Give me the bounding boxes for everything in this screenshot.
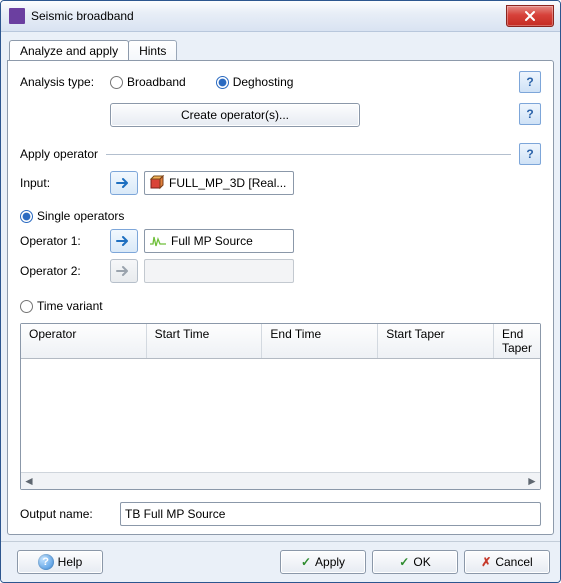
table-header: Operator Start Time End Time Start Taper… bbox=[21, 324, 540, 359]
th-end-time[interactable]: End Time bbox=[262, 324, 378, 358]
th-start-taper[interactable]: Start Taper bbox=[378, 324, 494, 358]
create-operators-row: Create operator(s)... ? bbox=[20, 103, 541, 127]
close-button[interactable] bbox=[506, 5, 554, 27]
radio-single-operators[interactable]: Single operators bbox=[20, 209, 124, 223]
input-value-box[interactable]: FULL_MP_3D [Real... bbox=[144, 171, 294, 195]
tabstrip: Analyze and apply Hints bbox=[7, 38, 554, 60]
hscroll-track[interactable] bbox=[37, 473, 524, 489]
apply-operator-title: Apply operator bbox=[20, 147, 98, 161]
help-analysis-icon[interactable]: ? bbox=[519, 71, 541, 93]
operator1-value-text: Full MP Source bbox=[171, 234, 253, 248]
radio-time-variant-label: Time variant bbox=[37, 299, 103, 313]
check-icon: ✓ bbox=[399, 555, 409, 569]
radio-broadband-label: Broadband bbox=[127, 75, 186, 89]
input-value-text: FULL_MP_3D [Real... bbox=[169, 176, 286, 190]
radio-deghosting[interactable]: Deghosting bbox=[216, 75, 294, 89]
dialog-window: Seismic broadband Analyze and apply Hint… bbox=[0, 0, 561, 583]
help-create-icon[interactable]: ? bbox=[519, 103, 541, 125]
arrow-right-icon bbox=[116, 176, 132, 190]
time-variant-table: Operator Start Time End Time Start Taper… bbox=[20, 323, 541, 490]
x-icon: ✗ bbox=[481, 555, 491, 569]
radio-broadband-input[interactable] bbox=[110, 76, 123, 89]
table-hscroll[interactable]: ◄ ► bbox=[21, 472, 540, 489]
titlebar: Seismic broadband bbox=[1, 1, 560, 32]
apply-operator-section: Apply operator ? bbox=[20, 143, 541, 165]
input-row: Input: FULL_MP_3D [Real... bbox=[20, 171, 541, 195]
help-apply-icon[interactable]: ? bbox=[519, 143, 541, 165]
radio-single-operators-label: Single operators bbox=[37, 209, 124, 223]
apply-button-label: Apply bbox=[315, 555, 345, 569]
apply-button[interactable]: ✓ Apply bbox=[280, 550, 366, 574]
dialog-footer: ? Help ✓ Apply ✓ OK ✗ Cancel bbox=[1, 541, 560, 582]
output-name-row: Output name: bbox=[20, 502, 541, 526]
tabpanel-analyze: Analysis type: Broadband Deghosting ? Cr… bbox=[7, 60, 554, 535]
window-title: Seismic broadband bbox=[31, 9, 506, 23]
th-operator[interactable]: Operator bbox=[21, 324, 147, 358]
create-operators-button[interactable]: Create operator(s)... bbox=[110, 103, 360, 127]
arrow-right-icon bbox=[116, 264, 132, 278]
radio-deghosting-input[interactable] bbox=[216, 76, 229, 89]
ok-button-label: OK bbox=[413, 555, 430, 569]
check-icon: ✓ bbox=[301, 555, 311, 569]
radio-time-variant-input[interactable] bbox=[20, 300, 33, 313]
tab-hints[interactable]: Hints bbox=[128, 40, 177, 60]
operator2-row: Operator 2: bbox=[20, 259, 541, 283]
operator1-label: Operator 1: bbox=[20, 234, 110, 248]
analysis-type-row: Analysis type: Broadband Deghosting ? bbox=[20, 71, 541, 93]
table-body[interactable] bbox=[21, 359, 540, 472]
operator2-select-button[interactable] bbox=[110, 259, 138, 283]
operator2-value-box[interactable] bbox=[144, 259, 294, 283]
client-area: Analyze and apply Hints Analysis type: B… bbox=[1, 32, 560, 541]
output-name-input[interactable] bbox=[120, 502, 541, 526]
arrow-right-icon bbox=[116, 234, 132, 248]
input-label: Input: bbox=[20, 176, 110, 190]
th-start-time[interactable]: Start Time bbox=[147, 324, 263, 358]
single-operators-row: Single operators bbox=[20, 209, 541, 223]
hscroll-right-icon[interactable]: ► bbox=[524, 473, 540, 489]
output-name-label: Output name: bbox=[20, 507, 120, 521]
wavelet-icon bbox=[149, 234, 167, 248]
operator2-label: Operator 2: bbox=[20, 264, 110, 278]
seismic-cube-icon bbox=[149, 175, 165, 191]
radio-time-variant[interactable]: Time variant bbox=[20, 299, 103, 313]
analysis-type-label: Analysis type: bbox=[20, 75, 110, 89]
radio-single-operators-input[interactable] bbox=[20, 210, 33, 223]
radio-broadband[interactable]: Broadband bbox=[110, 75, 186, 89]
help-button[interactable]: ? Help bbox=[17, 550, 103, 574]
app-icon bbox=[9, 8, 25, 24]
operator1-row: Operator 1: Full MP Source bbox=[20, 229, 541, 253]
help-icon: ? bbox=[38, 554, 54, 570]
help-button-label: Help bbox=[58, 555, 83, 569]
section-divider bbox=[106, 154, 511, 155]
cancel-button-label: Cancel bbox=[495, 555, 532, 569]
th-end-taper[interactable]: End Taper bbox=[494, 324, 540, 358]
operator1-value-box[interactable]: Full MP Source bbox=[144, 229, 294, 253]
time-variant-row: Time variant bbox=[20, 299, 541, 313]
operator1-select-button[interactable] bbox=[110, 229, 138, 253]
tab-analyze-and-apply[interactable]: Analyze and apply bbox=[9, 40, 129, 60]
close-icon bbox=[524, 10, 536, 22]
input-select-button[interactable] bbox=[110, 171, 138, 195]
ok-button[interactable]: ✓ OK bbox=[372, 550, 458, 574]
radio-deghosting-label: Deghosting bbox=[233, 75, 294, 89]
hscroll-left-icon[interactable]: ◄ bbox=[21, 473, 37, 489]
cancel-button[interactable]: ✗ Cancel bbox=[464, 550, 550, 574]
